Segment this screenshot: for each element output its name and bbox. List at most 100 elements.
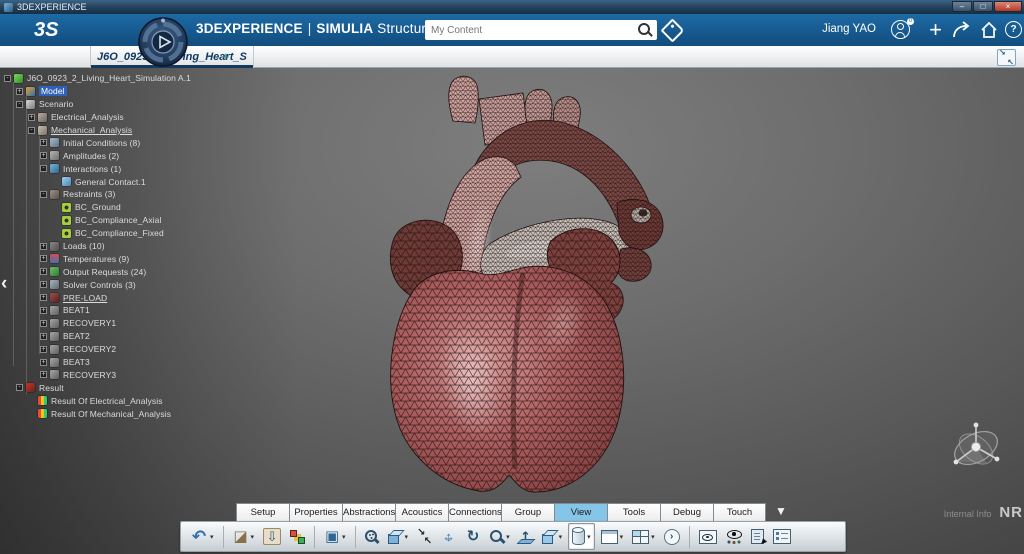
dropdown-caret-icon[interactable]: ▾ — [251, 533, 255, 541]
tag-icon[interactable] — [660, 18, 684, 42]
tree-item-bc-compliance-axial[interactable]: BC_Compliance_Axial — [0, 214, 230, 227]
tree-expander-icon[interactable]: + — [40, 268, 47, 275]
tree-item-electrical-analysis[interactable]: +Electrical_Analysis — [0, 111, 230, 124]
tree-item-result-of-mechanical-analysis[interactable]: Result Of Mechanical_Analysis — [0, 407, 230, 420]
iso-view-button[interactable]: ▾ — [539, 524, 566, 549]
tab-tools[interactable]: Tools — [607, 503, 660, 522]
dropdown-caret-icon[interactable]: ▾ — [506, 533, 510, 541]
tree-expander-icon[interactable]: - — [16, 384, 23, 391]
capture-image-button[interactable]: ▣▾ — [321, 524, 349, 549]
tree-expander-icon[interactable]: + — [40, 139, 47, 146]
tab-properties[interactable]: Properties — [289, 503, 342, 522]
zoom-button[interactable]: ▾ — [487, 524, 513, 549]
tree-expander-icon[interactable]: - — [40, 191, 47, 198]
tree-item-model[interactable]: +Model — [0, 85, 230, 98]
close-button[interactable]: × — [994, 1, 1022, 12]
pan-button[interactable] — [438, 524, 459, 549]
tab-acoustics[interactable]: Acoustics — [395, 503, 448, 522]
multi-view-button[interactable]: ▾ — [629, 524, 658, 549]
tree-item-scenario[interactable]: -Scenario — [0, 98, 230, 111]
tab-abstractions[interactable]: Abstractions — [342, 503, 395, 522]
tree-expander-icon[interactable]: - — [40, 165, 47, 172]
material-palette-button[interactable] — [287, 524, 308, 549]
tree-expander-icon[interactable]: + — [40, 294, 47, 301]
tree-item-output-requests-24-[interactable]: +Output Requests (24) — [0, 265, 230, 278]
home-icon[interactable] — [980, 21, 998, 39]
tree-expander-icon[interactable]: + — [40, 281, 47, 288]
tab-touch[interactable]: Touch — [713, 503, 766, 522]
hide-show-button[interactable] — [696, 524, 720, 549]
normal-view-button[interactable]: ↥ — [516, 524, 536, 549]
add-content-icon[interactable]: + — [929, 17, 942, 43]
visibility-manager-button[interactable] — [723, 524, 745, 549]
tree-expander-icon[interactable]: + — [40, 243, 47, 250]
tree-item-beat2[interactable]: +BEAT2 — [0, 330, 230, 343]
dropdown-caret-icon[interactable]: ▾ — [651, 533, 655, 541]
tree-item-initial-conditions-8-[interactable]: +Initial Conditions (8) — [0, 136, 230, 149]
user-name[interactable]: Jiang YAO — [822, 23, 876, 35]
share-icon[interactable] — [952, 21, 972, 39]
dropdown-caret-icon[interactable]: ▾ — [620, 533, 624, 541]
tree-expander-icon[interactable]: + — [28, 114, 35, 121]
tree-item-restraints-3-[interactable]: -Restraints (3) — [0, 188, 230, 201]
tree-expander-icon[interactable]: + — [40, 371, 47, 378]
new-tab-button[interactable]: + — [222, 49, 230, 64]
tree-expander-icon[interactable]: + — [16, 88, 23, 95]
tree-item-mechanical-analysis[interactable]: -Mechanical_Analysis — [0, 124, 230, 137]
tree-item-bc-compliance-fixed[interactable]: BC_Compliance_Fixed — [0, 227, 230, 240]
tree-item-beat3[interactable]: +BEAT3 — [0, 356, 230, 369]
section-view-button[interactable]: ◪▾ — [230, 524, 258, 549]
tree-item-pre-load[interactable]: +PRE-LOAD — [0, 291, 230, 304]
tree-item-amplitudes-2-[interactable]: +Amplitudes (2) — [0, 149, 230, 162]
tabbar-chevron-icon[interactable]: ▼ — [775, 504, 787, 518]
tree-expander-icon[interactable]: + — [40, 152, 47, 159]
viewport-layout-button[interactable]: ▾ — [598, 524, 627, 549]
tab-group[interactable]: Group — [501, 503, 554, 522]
dropdown-caret-icon[interactable]: ▾ — [210, 533, 214, 541]
tree-expander-icon[interactable]: + — [40, 359, 47, 366]
help-icon[interactable]: ? — [1005, 21, 1022, 38]
tree-item-solver-controls-3-[interactable]: +Solver Controls (3) — [0, 278, 230, 291]
tree-expander-icon[interactable]: - — [4, 75, 11, 82]
tree-item-recovery2[interactable]: +RECOVERY2 — [0, 343, 230, 356]
minimize-button[interactable]: – — [952, 1, 972, 12]
tree-expander-icon[interactable]: - — [16, 101, 23, 108]
tab-debug[interactable]: Debug — [660, 503, 713, 522]
tab-setup[interactable]: Setup — [236, 503, 289, 522]
tree-item-result-of-electrical-analysis[interactable]: Result Of Electrical_Analysis — [0, 394, 230, 407]
tree-item-recovery1[interactable]: +RECOVERY1 — [0, 317, 230, 330]
dropdown-caret-icon[interactable]: ▾ — [405, 533, 409, 541]
tree-item-loads-10-[interactable]: +Loads (10) — [0, 240, 230, 253]
tab-view[interactable]: View — [554, 503, 607, 522]
collapse-ui-button[interactable] — [997, 49, 1016, 66]
toolbar-more-button[interactable]: › — [661, 524, 683, 549]
tree-item-recovery3[interactable]: +RECOVERY3 — [0, 368, 230, 381]
search-icon[interactable] — [638, 23, 652, 37]
panel-collapse-arrow-icon[interactable]: ‹ — [1, 273, 7, 295]
tree-item-bc-ground[interactable]: BC_Ground — [0, 201, 230, 214]
import-shape-button[interactable]: ⇩ — [260, 524, 284, 549]
dropdown-caret-icon[interactable]: ▾ — [587, 533, 591, 541]
tree-item-j6o-0923-2-living-heart-simulati[interactable]: -J6O_0923_2_Living_Heart_Simulation A.1 — [0, 72, 230, 85]
tree-item-beat1[interactable]: +BEAT1 — [0, 304, 230, 317]
tree-expander-icon[interactable]: + — [40, 307, 47, 314]
dropdown-caret-icon[interactable]: ▾ — [559, 533, 563, 541]
heart-model[interactable] — [383, 73, 675, 497]
rotate-button[interactable]: ↻ — [462, 524, 484, 549]
display-options-button[interactable] — [770, 524, 794, 549]
view-manager-button[interactable]: ▾ — [385, 524, 412, 549]
dropdown-caret-icon[interactable]: ▾ — [342, 533, 346, 541]
tree-item-general-contact-1[interactable]: General Contact.1 — [0, 175, 230, 188]
tree-expander-icon[interactable]: + — [40, 346, 47, 353]
search-input[interactable] — [425, 25, 638, 36]
tree-expander-icon[interactable]: + — [40, 320, 47, 327]
magnify-select-button[interactable] — [362, 524, 382, 549]
swap-visible-button[interactable] — [748, 524, 767, 549]
viewport-3d[interactable]: -J6O_0923_2_Living_Heart_Simulation A.1+… — [0, 68, 1024, 554]
tree-item-result[interactable]: -Result — [0, 381, 230, 394]
view-manipulator-widget[interactable] — [945, 418, 1007, 480]
tab-connections[interactable]: Connections — [448, 503, 501, 522]
tree-expander-icon[interactable]: - — [28, 127, 35, 134]
tree-expander-icon[interactable]: + — [40, 255, 47, 262]
tree-item-temperatures-9-[interactable]: +Temperatures (9) — [0, 252, 230, 265]
